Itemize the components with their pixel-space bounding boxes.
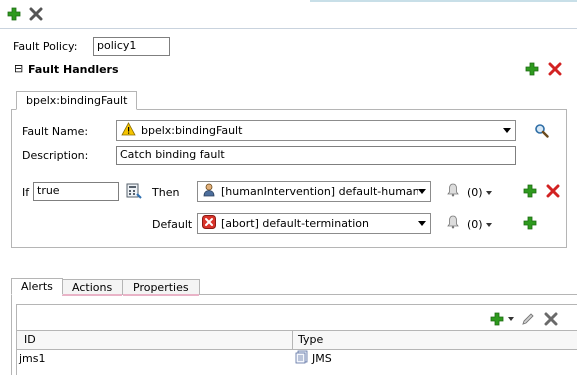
fault-name-combo[interactable]: bpelx:bindingFault xyxy=(116,120,516,141)
column-header-id[interactable]: ID xyxy=(24,333,36,346)
default-alerts-count[interactable]: (0) xyxy=(467,218,492,231)
fault-name-label: Fault Name: xyxy=(22,125,89,138)
row-id-cell: jms1 xyxy=(19,352,46,365)
fault-policy-input[interactable]: policy1 xyxy=(93,37,170,56)
fault-name-value: bpelx:bindingFault xyxy=(141,124,243,137)
jms-icon xyxy=(295,350,309,367)
column-divider[interactable] xyxy=(292,330,293,349)
chevron-down-icon[interactable] xyxy=(418,189,426,194)
default-action-value: [abort] default-termination xyxy=(221,217,370,230)
chevron-down-icon[interactable] xyxy=(508,317,514,321)
default-action-combo[interactable]: [abort] default-termination xyxy=(197,213,431,234)
description-input[interactable]: Catch binding fault xyxy=(116,146,516,165)
tab-alerts[interactable]: Alerts xyxy=(11,278,63,295)
tab-actions[interactable]: Actions xyxy=(62,279,124,296)
warning-icon xyxy=(121,122,136,139)
delete-alert-icon[interactable] xyxy=(543,311,559,327)
top-toolbar xyxy=(0,0,577,28)
chevron-down-icon xyxy=(485,191,492,195)
bell-icon xyxy=(447,215,459,232)
edit-alert-icon[interactable] xyxy=(520,311,536,327)
then-alerts-count-text: (0) xyxy=(467,186,483,199)
search-icon[interactable] xyxy=(533,122,549,138)
tab-properties[interactable]: Properties xyxy=(123,279,200,296)
expression-builder-icon[interactable] xyxy=(126,183,142,199)
fault-handlers-title: Fault Handlers xyxy=(28,63,119,76)
if-label: If xyxy=(22,186,30,199)
default-label: Default xyxy=(152,218,193,231)
chevron-down-icon xyxy=(485,223,492,227)
tab-bpelx-bindingfault[interactable]: bpelx:bindingFault xyxy=(16,91,138,110)
add-handler-icon[interactable] xyxy=(524,61,540,77)
then-label: Then xyxy=(152,186,180,199)
fault-policy-label: Fault Policy: xyxy=(13,40,78,53)
add-alert-icon[interactable] xyxy=(489,311,505,327)
delete-condition-icon[interactable] xyxy=(545,183,561,199)
add-icon[interactable] xyxy=(6,6,22,22)
description-label: Description: xyxy=(22,149,89,162)
delete-handler-icon[interactable] xyxy=(547,61,563,77)
add-default-icon[interactable] xyxy=(522,215,538,231)
then-action-combo[interactable]: [humanIntervention] default-human xyxy=(197,181,431,202)
column-header-type[interactable]: Type xyxy=(298,333,323,346)
default-alerts-count-text: (0) xyxy=(467,218,483,231)
if-condition-input[interactable]: true xyxy=(33,182,119,201)
add-condition-icon[interactable] xyxy=(522,183,538,199)
bell-icon xyxy=(447,183,459,200)
chevron-down-icon[interactable] xyxy=(503,128,511,133)
row-type-cell: JMS xyxy=(312,352,332,365)
toolbar-separator xyxy=(0,28,577,29)
toolbar-accent-line xyxy=(310,0,577,2)
abort-icon xyxy=(202,215,216,232)
collapse-expander-icon[interactable]: ⊟ xyxy=(14,63,23,74)
alerts-table-header xyxy=(17,330,577,350)
chevron-down-icon[interactable] xyxy=(418,221,426,226)
then-action-value: [humanIntervention] default-human xyxy=(221,185,418,198)
human-intervention-icon xyxy=(202,183,216,200)
delete-icon[interactable] xyxy=(28,6,44,22)
then-alerts-count[interactable]: (0) xyxy=(467,186,492,199)
